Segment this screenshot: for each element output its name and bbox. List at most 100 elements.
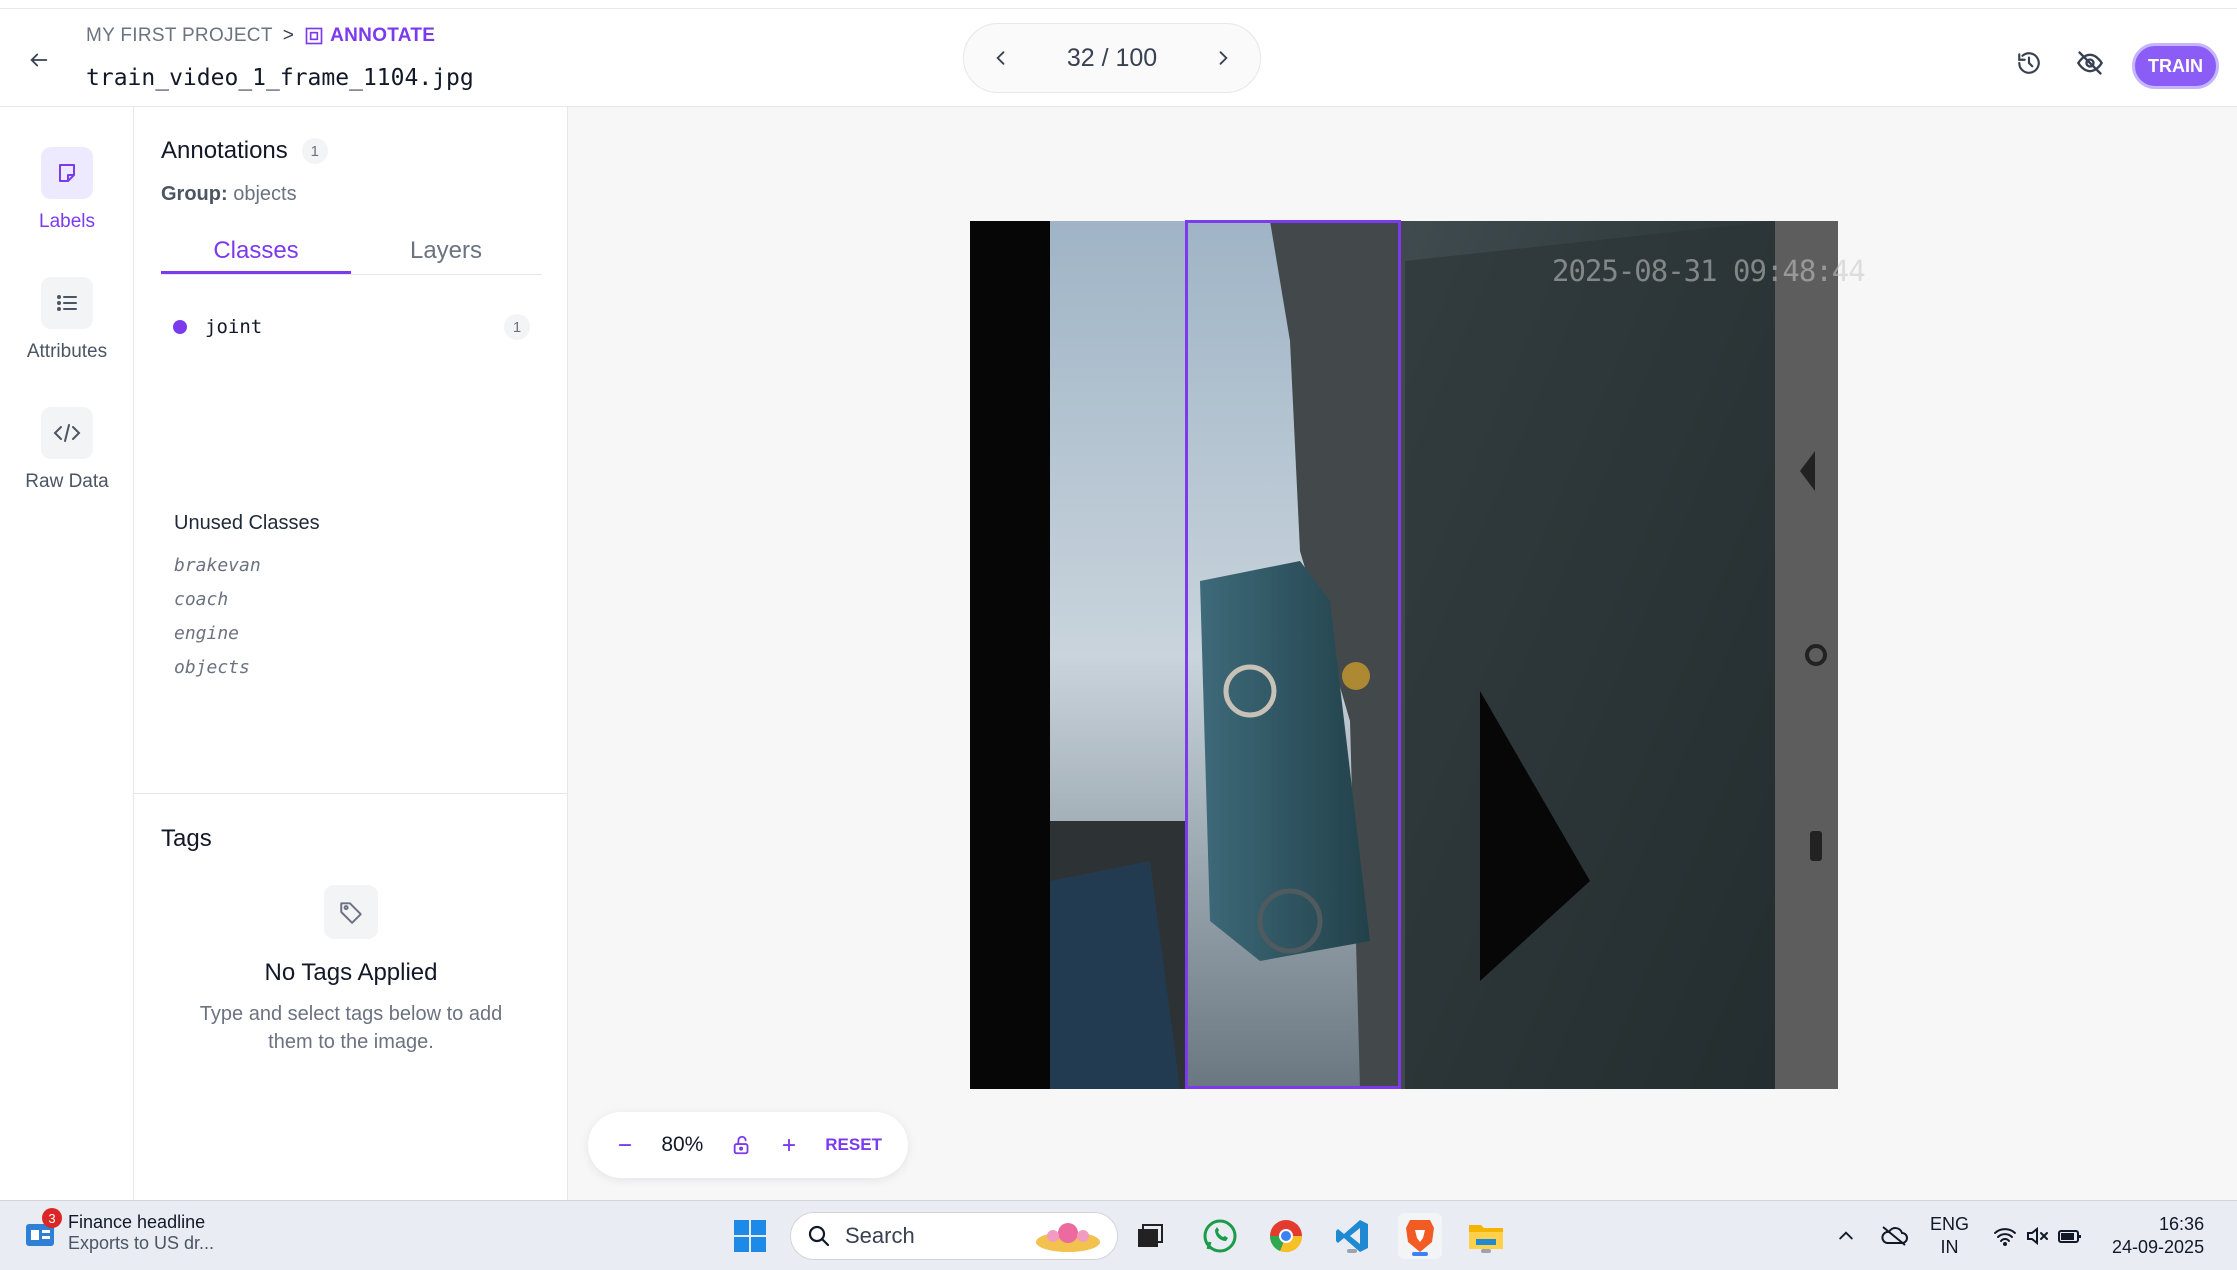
unused-classes-list: brakevan coach engine objects [174,549,261,685]
chevron-up-icon [1839,1231,1853,1240]
next-image-button[interactable] [1208,43,1238,73]
news-title: Finance headline [68,1212,206,1232]
taskbar-app-task-view[interactable] [1130,1216,1170,1256]
start-button[interactable] [730,1216,770,1256]
group-label: Group: [161,183,228,205]
chevron-right-icon [1219,51,1228,65]
active-indicator [1412,1252,1428,1256]
tab-classes[interactable]: Classes [161,225,351,274]
left-rail: Labels Attributes Raw Data [0,107,134,1200]
taskbar-app-vscode[interactable] [1332,1216,1372,1256]
zoom-level: 80% [661,1133,704,1156]
class-row-joint[interactable]: joint 1 [161,307,542,347]
chevron-left-icon [996,51,1005,65]
label-icon [41,147,93,199]
minus-icon [618,1144,632,1146]
back-button[interactable] [22,43,56,77]
clock-time: 16:36 [2159,1214,2205,1234]
tag-icon [324,885,378,939]
breadcrumb-separator: > [282,25,295,46]
running-indicator [1481,1249,1491,1253]
rail-item-raw-data[interactable]: Raw Data [0,407,134,493]
tray-onedrive[interactable] [1874,1216,1914,1256]
chrome-icon [1269,1220,1303,1253]
unused-class-item[interactable]: engine [174,617,261,651]
reset-zoom-button[interactable]: RESET [825,1135,882,1155]
tray-language[interactable]: ENG IN [1930,1213,1969,1259]
news-icon: 3 [24,1208,62,1250]
clock-date: 24-09-2025 [2112,1237,2205,1257]
eye-off-icon [2076,51,2104,75]
running-indicator [1347,1249,1357,1253]
volume-muted-icon [2027,1226,2048,1246]
unused-class-item[interactable]: brakevan [174,549,261,583]
image-pager: 32 / 100 [963,23,1261,93]
tray-clock[interactable]: 16:36 24-09-2025 [2112,1213,2204,1259]
top-bar: MY FIRST PROJECT > ANNOTATE train_video_… [0,8,2237,107]
folder-icon [1469,1225,1503,1249]
whatsapp-icon [1203,1219,1237,1253]
cloud-off-icon [1881,1226,1908,1246]
breadcrumb-annotate-label: ANNOTATE [330,25,436,46]
search-highlight-icon [1036,1223,1100,1252]
annotation-canvas[interactable]: 2025-08-31 09:48:44 80% RESET [568,107,2237,1200]
no-tags-description: Type and select tags below to add them t… [199,1003,503,1053]
unlock-icon [733,1135,749,1155]
lang-top: ENG [1930,1214,1970,1234]
zoom-out-button[interactable] [616,1136,634,1154]
prev-image-button[interactable] [986,43,1016,73]
taskbar-app-whatsapp[interactable] [1200,1216,1240,1256]
lang-bottom: IN [1940,1237,1959,1257]
train-button[interactable]: TRAIN [2132,43,2219,89]
brave-icon [1406,1220,1434,1252]
rail-item-attributes[interactable]: Attributes [0,277,134,363]
rail-label-labels: Labels [39,211,95,232]
search-placeholder: Search [845,1223,915,1248]
zoom-in-button[interactable] [780,1136,798,1154]
tray-overflow-button[interactable] [1826,1216,1866,1256]
rail-label-raw-data: Raw Data [25,471,109,492]
lock-toggle-button[interactable] [731,1134,753,1156]
annotations-count-badge: 1 [301,138,328,164]
bounding-box-joint[interactable] [1185,220,1401,1089]
annotations-panel: Annotations 1 Group: objects Classes Lay… [134,107,568,1200]
plus-icon [782,1138,796,1152]
battery-icon [2058,1230,2081,1243]
rail-label-attributes: Attributes [26,341,108,362]
zoom-controls: 80% RESET [588,1112,908,1178]
unused-class-item[interactable]: objects [174,651,261,685]
history-icon [2018,52,2040,74]
annotate-icon [305,27,323,45]
breadcrumb: MY FIRST PROJECT > ANNOTATE [86,25,435,47]
unused-class-item[interactable]: coach [174,583,261,617]
annotations-header: Annotations 1 [161,137,328,165]
history-button[interactable] [2013,47,2045,79]
group-value: objects [233,183,297,205]
arrow-left-icon [30,53,48,67]
image-timestamp-overlay: 2025-08-31 09:48:44 [1552,254,1866,288]
rail-item-labels[interactable]: Labels [0,147,134,233]
taskbar-app-file-explorer[interactable] [1466,1216,1506,1256]
class-color-dot [173,320,187,334]
group-info: Group: objects [161,183,297,206]
tab-layers[interactable]: Layers [351,225,541,274]
news-subtitle: Exports to US dr... [68,1233,215,1253]
annotated-image[interactable] [970,221,1838,1089]
breadcrumb-project[interactable]: MY FIRST PROJECT [86,25,273,47]
class-count-badge: 1 [504,314,530,340]
file-name: train_video_1_frame_1104.jpg [86,65,474,91]
code-icon [41,407,93,459]
news-widget[interactable]: 3 Finance headline Exports to US dr... [24,1208,215,1254]
unused-classes-title: Unused Classes [174,512,320,534]
toggle-visibility-button[interactable] [2074,47,2106,79]
taskbar-app-brave[interactable] [1398,1213,1442,1259]
breadcrumb-annotate[interactable]: ANNOTATE [304,25,435,47]
os-taskbar: 3 Finance headline Exports to US dr... S… [0,1200,2237,1270]
taskbar-app-chrome[interactable] [1266,1216,1306,1256]
panel-divider [134,793,568,794]
taskbar-search[interactable]: Search [790,1212,1118,1260]
wifi-icon [1994,1228,2016,1246]
search-icon [808,1225,830,1247]
tray-status-group[interactable] [1988,1216,2088,1256]
class-name: joint [205,316,263,338]
